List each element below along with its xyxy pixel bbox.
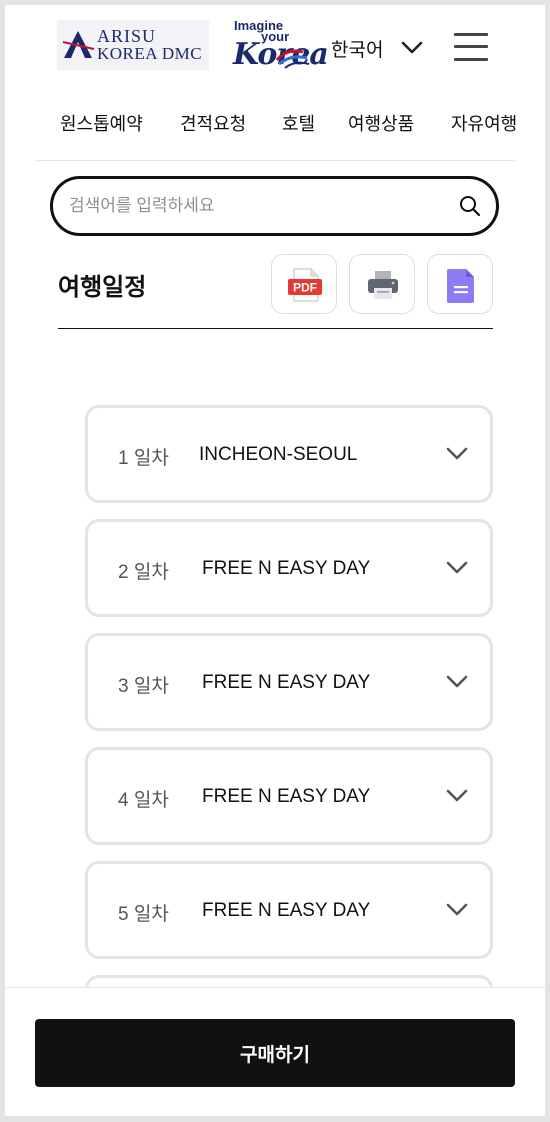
search-input[interactable] <box>69 192 449 220</box>
korea-logo-swoosh-icon <box>275 49 310 69</box>
chevron-down-icon <box>402 41 423 54</box>
day-number: 4 일차 <box>118 790 169 811</box>
nav-item-quote[interactable]: 견적요청 <box>180 110 246 136</box>
day-card[interactable]: 5 일차 FREE N EASY DAY <box>85 861 493 959</box>
purchase-button[interactable]: 구매하기 <box>35 1019 515 1087</box>
day-number: 3 일차 <box>118 676 169 697</box>
day-card[interactable]: 2 일차 FREE N EASY DAY <box>85 519 493 617</box>
imagine-your-korea-logo[interactable]: Imagine your Korea <box>231 19 329 75</box>
language-selector[interactable]: 한국어 <box>331 35 423 61</box>
language-label: 한국어 <box>331 39 384 61</box>
itinerary-divider <box>58 328 493 329</box>
print-icon <box>368 271 398 299</box>
search-bar <box>50 176 499 236</box>
main-nav: 원스톱예약 견적요청 호텔 여행상품 자유여행 <box>5 93 545 161</box>
document-icon <box>447 269 474 303</box>
pdf-icon: PDF <box>288 268 322 302</box>
page: ARISU KOREA DMC Imagine your Korea 한국어 원… <box>5 5 545 1116</box>
footer-bar: 구매하기 <box>5 987 545 1116</box>
header: ARISU KOREA DMC Imagine your Korea 한국어 <box>5 5 545 93</box>
day-number: 2 일차 <box>118 562 169 583</box>
chevron-down-icon <box>446 903 468 916</box>
day-card[interactable]: 1 일차 INCHEON-SEOUL <box>85 405 493 503</box>
day-card[interactable]: 4 일차 FREE N EASY DAY <box>85 747 493 845</box>
chevron-down-icon <box>446 447 468 460</box>
day-title: FREE N EASY DAY <box>202 558 371 579</box>
nav-item-hotel[interactable]: 호텔 <box>282 110 315 136</box>
itinerary-title: 여행일정 <box>58 274 147 301</box>
hamburger-menu-icon[interactable] <box>454 32 488 62</box>
nav-item-tours[interactable]: 여행상품 <box>348 110 414 136</box>
day-number: 1 일차 <box>118 448 169 469</box>
chevron-down-icon <box>446 675 468 688</box>
pdf-label: PDF <box>293 281 317 295</box>
search-icon[interactable] <box>458 194 482 218</box>
pdf-download-button[interactable]: PDF <box>271 254 337 314</box>
nav-item-free-travel[interactable]: 자유여행 <box>451 110 517 136</box>
arisu-logo-line2: KOREA DMC <box>97 44 203 63</box>
day-title: FREE N EASY DAY <box>202 786 371 807</box>
document-button[interactable] <box>427 254 493 314</box>
day-title: INCHEON-SEOUL <box>199 444 358 465</box>
day-card[interactable]: 3 일차 FREE N EASY DAY <box>85 633 493 731</box>
arisu-logo[interactable]: ARISU KOREA DMC <box>57 20 209 70</box>
chevron-down-icon <box>446 789 468 802</box>
day-number: 5 일차 <box>118 904 169 925</box>
arisu-logo-line1: ARISU <box>97 26 157 46</box>
nav-divider <box>35 160 515 161</box>
day-title: FREE N EASY DAY <box>202 672 371 693</box>
chevron-down-icon <box>446 561 468 574</box>
print-button[interactable] <box>349 254 415 314</box>
arisu-logo-mark-icon <box>62 31 95 58</box>
day-title: FREE N EASY DAY <box>202 900 371 921</box>
nav-item-onestop[interactable]: 원스톱예약 <box>60 110 143 136</box>
